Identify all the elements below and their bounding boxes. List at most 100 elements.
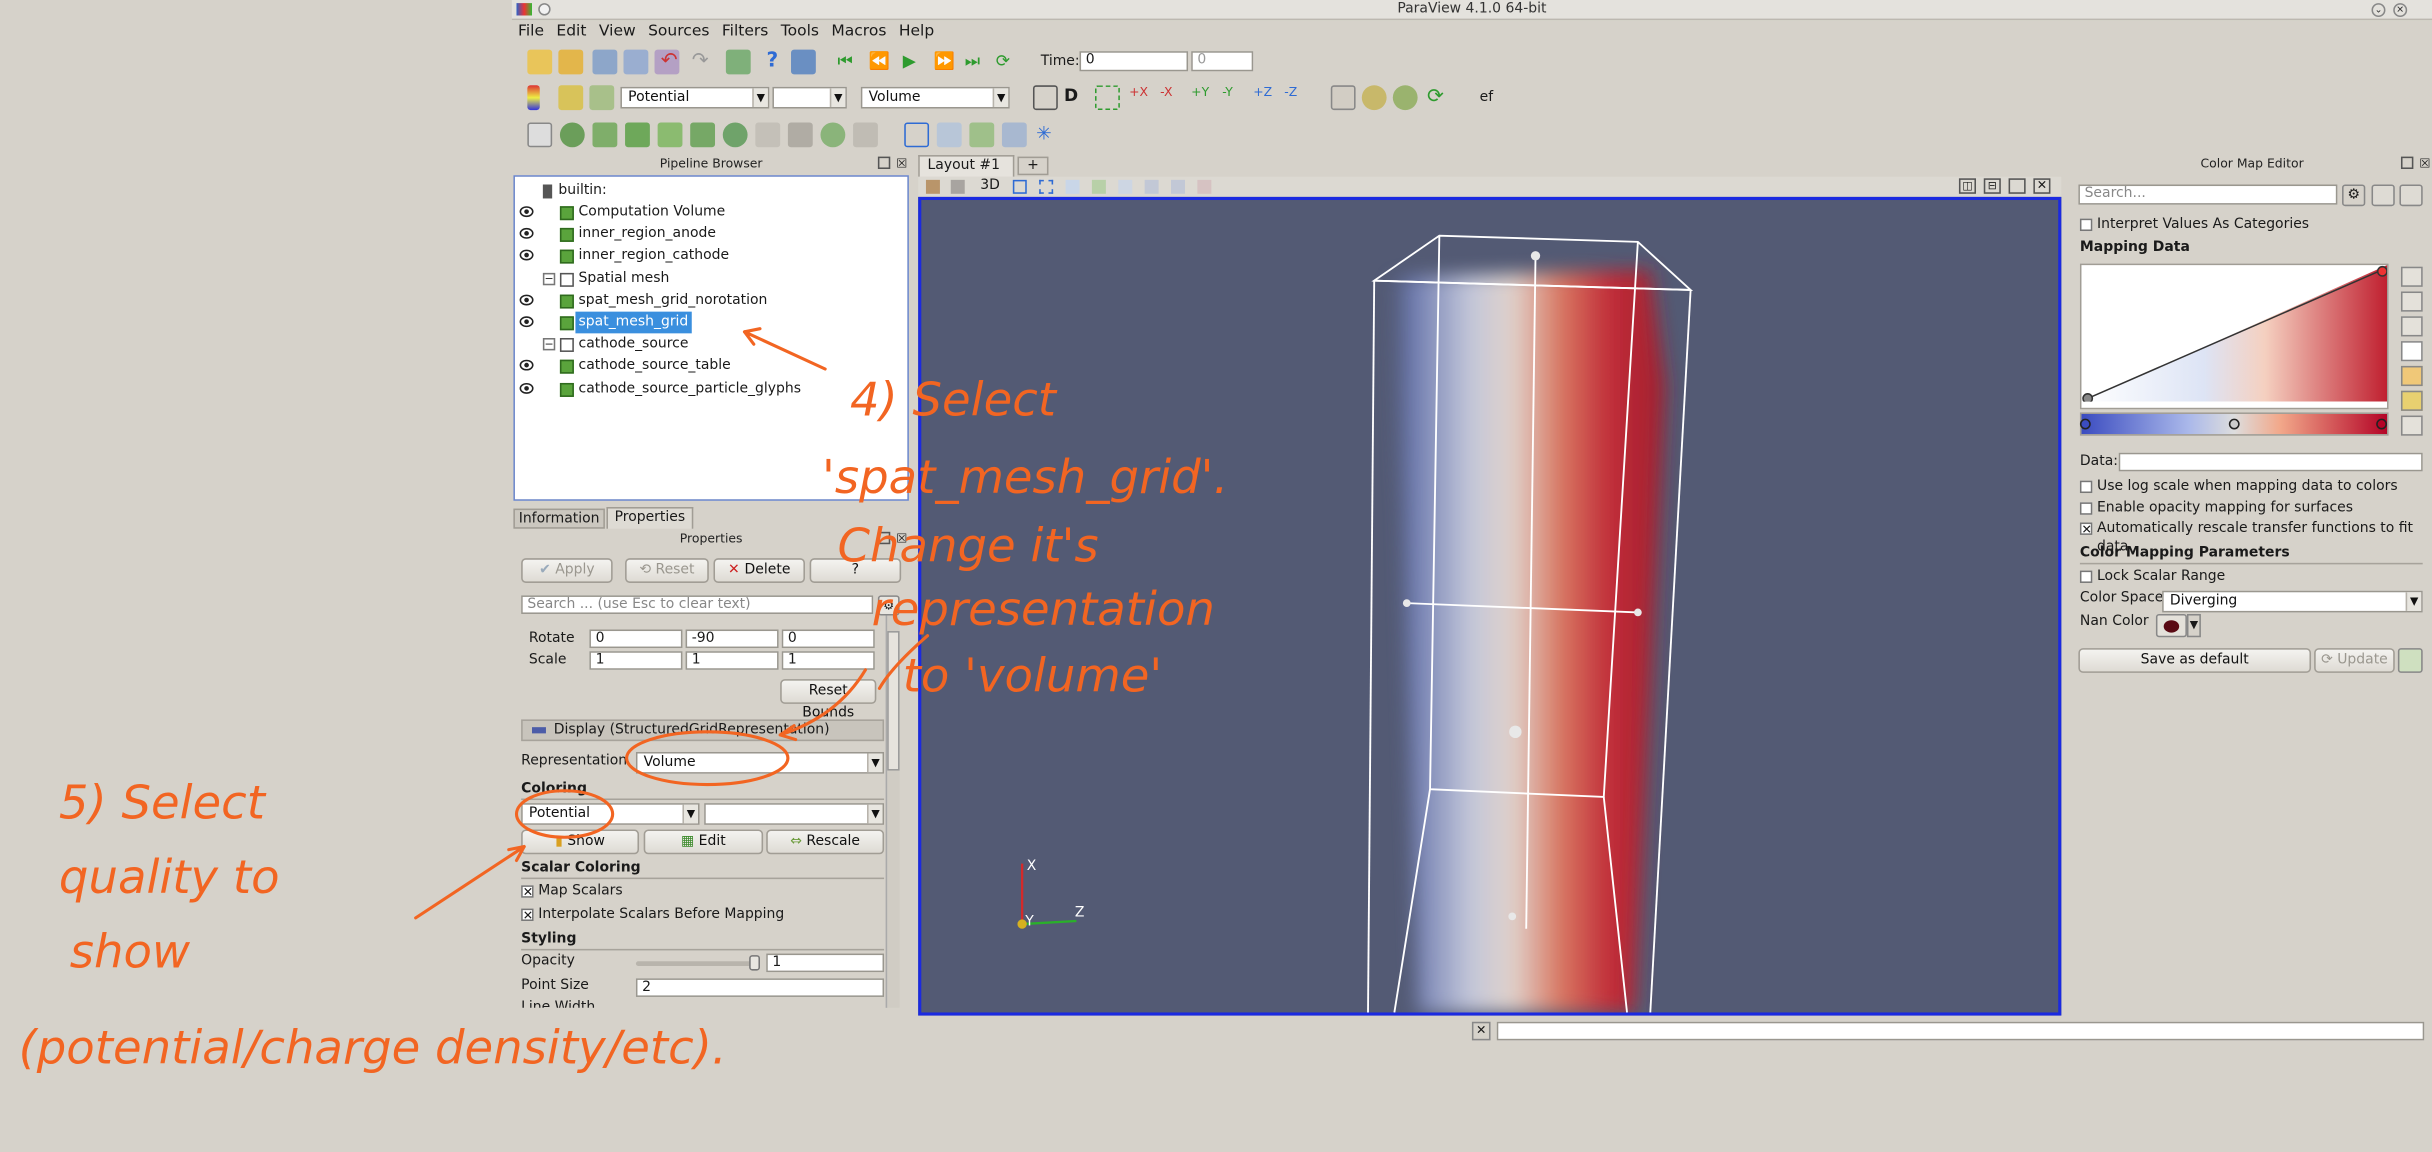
eye-icon[interactable] (519, 206, 534, 218)
last-frame-icon[interactable]: ⏭ (965, 50, 990, 75)
properties-search-input[interactable]: Search ... (use Esc to clear text) (521, 595, 874, 614)
tab-information[interactable]: Information (513, 508, 605, 529)
pipeline-item[interactable]: inner_region_cathode (515, 246, 903, 268)
float-properties-icon[interactable] (877, 531, 891, 545)
select-surface-icon[interactable] (1012, 179, 1027, 194)
view-plus-z-icon[interactable]: +Z (1253, 85, 1278, 110)
data-input[interactable] (2118, 452, 2423, 472)
status-close-icon[interactable]: ✕ (1471, 1021, 1491, 1041)
pipeline-item[interactable]: inner_region_anode (515, 224, 903, 246)
rotate-x-input[interactable]: 0 (589, 629, 683, 649)
update-button[interactable]: ⟳ Update (2314, 648, 2395, 673)
help-button[interactable]: ? (809, 558, 902, 583)
open-recent-icon[interactable] (558, 49, 584, 75)
select-cells-icon[interactable] (904, 122, 930, 148)
pipeline-item[interactable]: cathode_source_particle_glyphs (515, 378, 903, 400)
window-menu-icon[interactable] (538, 3, 551, 16)
extract-level-icon[interactable] (853, 122, 878, 148)
plot-line-icon[interactable] (969, 122, 995, 148)
color-point-mid[interactable] (2228, 418, 2240, 430)
opacity-slider-track[interactable] (635, 961, 760, 966)
select-points-view-icon[interactable] (1039, 179, 1054, 194)
rescale-data-icon[interactable] (2400, 266, 2423, 287)
redo-icon[interactable]: ↷ (692, 50, 717, 75)
cme-gear-icon[interactable] (2371, 184, 2395, 207)
cme-search-input[interactable]: Search... (2078, 184, 2338, 205)
rotate-y-input[interactable]: -90 (685, 629, 779, 649)
view-minus-x-icon[interactable]: -X (1160, 85, 1185, 110)
color-space-dropdown[interactable]: Diverging ▼ (2162, 590, 2423, 613)
save-preset-icon[interactable] (2400, 390, 2423, 411)
view-minus-y-icon[interactable]: -Y (1222, 85, 1247, 110)
stream-tracer-icon[interactable] (755, 122, 781, 148)
eye-icon[interactable] (519, 316, 534, 328)
pipeline-root[interactable]: builtin: (515, 180, 903, 202)
clip-icon[interactable] (592, 122, 618, 148)
group-icon[interactable] (820, 122, 846, 148)
delete-button[interactable]: ✕ Delete (713, 558, 805, 583)
view-plus-x-icon[interactable]: +X (1129, 85, 1154, 110)
cme-extra-icon[interactable] (2397, 648, 2423, 673)
help-icon[interactable]: ? (760, 50, 785, 75)
close-cme-icon[interactable]: ☒ (2419, 155, 2430, 172)
close-window-icon[interactable]: ✕ (2393, 3, 2408, 18)
menu-view[interactable]: View (593, 20, 642, 43)
menu-macros[interactable]: Macros (825, 20, 892, 43)
cme-view-icon[interactable] (2399, 184, 2423, 207)
interpolate-checkbox[interactable]: ✕ (521, 908, 534, 922)
rescale-temporal-icon[interactable] (2400, 316, 2423, 337)
map-scalars-checkbox[interactable]: ✕ (521, 885, 534, 898)
clear-selection-icon[interactable] (1197, 179, 1212, 194)
minimize-icon[interactable]: ⌄ (2371, 3, 2386, 18)
transfer-function-editor[interactable] (2079, 263, 2389, 410)
edit-colormap-button[interactable]: ▦ Edit (643, 829, 764, 855)
view-camera-icon[interactable] (925, 179, 940, 194)
rotate-z-input[interactable]: 0 (781, 629, 875, 649)
pick-center-icon[interactable] (1361, 85, 1387, 111)
camera-icon[interactable] (791, 49, 816, 75)
view-minus-z-icon[interactable]: -Z (1284, 85, 1309, 110)
coloring-array-dropdown[interactable]: Potential ▼ (521, 803, 700, 825)
close-properties-icon[interactable]: ☒ (896, 530, 907, 547)
contour-icon[interactable] (559, 122, 585, 148)
point-size-input[interactable]: 2 (635, 978, 885, 997)
zoom-data-icon[interactable]: D (1064, 85, 1089, 110)
view-plus-y-icon[interactable]: +Y (1191, 85, 1216, 110)
choose-preset-icon[interactable] (2400, 365, 2423, 387)
axes-grid-icon[interactable]: ✳ (1036, 122, 1061, 147)
float-panel-icon[interactable] (877, 156, 891, 170)
collapse-icon[interactable]: − (542, 338, 556, 351)
color-function-bar[interactable] (2079, 412, 2389, 436)
tab-properties[interactable]: Properties (606, 507, 694, 529)
auto-rescale-checkbox[interactable]: ✕ (2079, 522, 2093, 536)
menu-file[interactable]: File (512, 20, 550, 43)
color-component-select[interactable]: ▼ (772, 86, 847, 109)
play-icon[interactable]: ▶ (903, 50, 928, 75)
connect-icon[interactable] (725, 49, 751, 75)
pipeline-item[interactable]: − cathode_source (515, 334, 903, 356)
display-section-header[interactable]: Display (StructuredGridRepresentation) (521, 719, 885, 742)
save-data-icon[interactable] (592, 49, 618, 75)
rotate-center-icon[interactable] (1392, 85, 1418, 111)
select-frustum-icon[interactable] (1065, 179, 1080, 194)
loop-icon[interactable]: ⟳ (996, 50, 1021, 75)
center-axes-icon[interactable] (1330, 85, 1356, 111)
representation-select[interactable]: Volume ▼ (860, 86, 1010, 109)
zoom-box-icon[interactable] (1095, 85, 1120, 111)
save-as-default-button[interactable]: Save as default (2078, 648, 2312, 673)
eye-icon[interactable] (519, 382, 534, 394)
pipeline-item[interactable]: cathode_source_table (515, 356, 903, 378)
cme-settings-icon[interactable]: ⚙ (2342, 184, 2366, 207)
menu-filters[interactable]: Filters (716, 20, 775, 43)
menu-tools[interactable]: Tools (775, 20, 826, 43)
interactive-select-icon[interactable] (1118, 179, 1133, 194)
eye-icon[interactable] (519, 360, 534, 372)
menu-edit[interactable]: Edit (550, 20, 592, 43)
invert-icon[interactable] (2400, 341, 2423, 362)
rescale-custom-icon[interactable] (2400, 291, 2423, 312)
pipeline-item[interactable]: spat_mesh_grid_norotation (515, 290, 903, 312)
maximize-view-icon[interactable] (2008, 178, 2026, 194)
collapse-icon[interactable]: − (542, 272, 556, 285)
nan-color-arrow[interactable]: ▼ (2186, 613, 2201, 638)
select-points-icon[interactable] (936, 122, 962, 148)
